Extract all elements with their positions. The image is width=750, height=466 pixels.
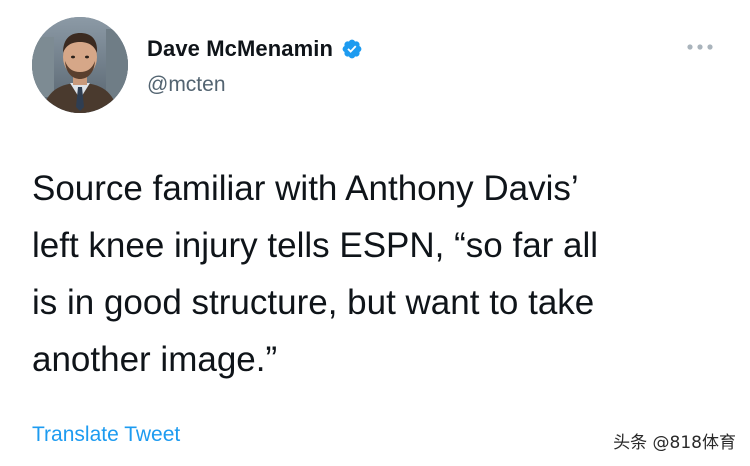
watermark-text: 头条 @818体育 (613, 433, 736, 453)
tweet-text: Source familiar with Anthony Davis’ left… (32, 169, 599, 379)
verified-badge-icon (341, 38, 363, 60)
translate-tweet-link[interactable]: Translate Tweet (32, 423, 180, 447)
tweet-card: Dave McMenamin @mcten Source familiar wi… (0, 0, 750, 466)
author-display-name[interactable]: Dave McMenamin (147, 36, 333, 62)
more-horizontal-icon[interactable] (686, 40, 714, 54)
person-avatar-icon (32, 17, 128, 113)
author-handle[interactable]: @mcten (147, 73, 226, 97)
author-avatar[interactable] (32, 17, 128, 113)
author-name-row: Dave McMenamin (147, 36, 363, 62)
